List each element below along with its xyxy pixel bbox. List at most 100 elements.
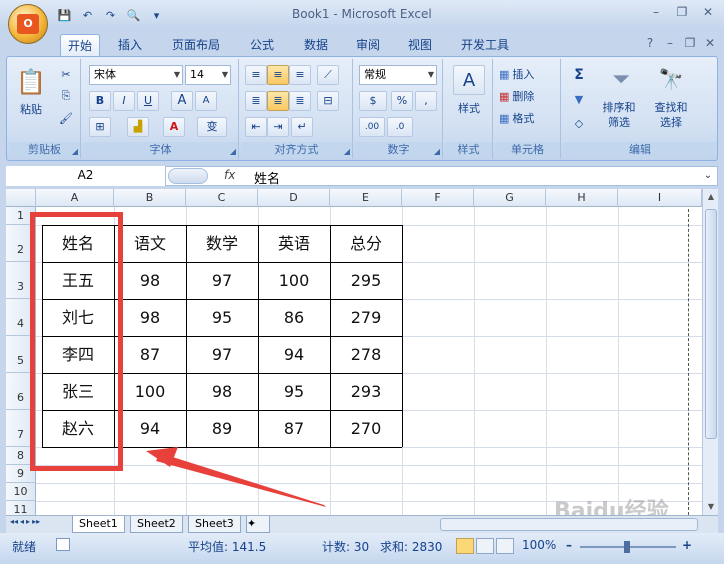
increase-indent-icon[interactable]: ⇥ bbox=[267, 117, 289, 137]
formula-bar-toggle[interactable] bbox=[168, 168, 208, 184]
italic-button[interactable]: I bbox=[113, 91, 135, 111]
macro-record-icon[interactable] bbox=[56, 538, 70, 551]
horizontal-scrollbar[interactable] bbox=[440, 518, 698, 531]
font-color-icon[interactable]: A bbox=[163, 117, 185, 137]
autosum-icon[interactable]: Σ bbox=[567, 65, 591, 85]
orientation-icon[interactable]: ⟋ bbox=[317, 65, 339, 85]
name-box[interactable]: A2 bbox=[6, 166, 166, 186]
zoom-slider-thumb[interactable] bbox=[624, 541, 630, 553]
decrease-decimal-button[interactable]: .0 bbox=[387, 117, 413, 137]
format-painter-icon[interactable]: 🖌 bbox=[57, 109, 75, 127]
find-select-button[interactable]: 查找和 选择 bbox=[645, 99, 697, 131]
align-top-icon[interactable]: ≡ bbox=[245, 65, 267, 85]
office-button[interactable]: O bbox=[8, 4, 48, 44]
align-right-icon[interactable]: ≣ bbox=[289, 91, 311, 111]
workbook-minimize-button[interactable]: – bbox=[662, 34, 678, 52]
customize-qat-icon[interactable]: ▾ bbox=[148, 8, 165, 24]
tab-insert[interactable]: 插入 bbox=[108, 34, 152, 56]
last-sheet-icon[interactable]: ▸▸ bbox=[32, 517, 40, 526]
clear-icon[interactable]: ◇ bbox=[567, 113, 591, 133]
zoom-level[interactable]: 100% bbox=[522, 538, 556, 552]
border-icon[interactable]: ⊞ bbox=[89, 117, 111, 137]
styles-icon[interactable]: A bbox=[453, 65, 485, 95]
vertical-scrollbar[interactable]: ▲ ▼ bbox=[702, 189, 718, 515]
paste-button[interactable]: 粘贴 bbox=[11, 101, 51, 117]
paste-icon[interactable]: 📋 bbox=[13, 65, 49, 99]
zoom-in-button[interactable]: + bbox=[682, 538, 692, 552]
percent-button[interactable]: % bbox=[391, 91, 413, 111]
comma-button[interactable]: , bbox=[415, 91, 437, 111]
align-left-icon[interactable]: ≣ bbox=[245, 91, 267, 111]
expand-formula-bar-icon[interactable]: ⌄ bbox=[700, 167, 716, 185]
status-count: 计数: 30 bbox=[322, 540, 370, 554]
tab-home[interactable]: 开始 bbox=[60, 34, 100, 56]
scroll-down-icon[interactable]: ▼ bbox=[704, 499, 718, 515]
dialog-launcher-icon[interactable]: ◢ bbox=[72, 147, 78, 156]
tab-formulas[interactable]: 公式 bbox=[240, 34, 284, 56]
window-controls: – ❐ ✕ bbox=[644, 3, 720, 21]
help-icon[interactable]: ? bbox=[642, 34, 658, 52]
align-middle-icon[interactable]: ≡ bbox=[267, 65, 289, 85]
underline-button[interactable]: U bbox=[137, 91, 159, 111]
find-select-icon[interactable]: 🔭 bbox=[651, 63, 691, 95]
format-cells-button[interactable]: ▦ 格式 bbox=[499, 109, 555, 127]
prev-sheet-icon[interactable]: ◂ bbox=[20, 517, 24, 526]
copy-icon[interactable]: ⎘ bbox=[57, 87, 75, 105]
worksheet-grid[interactable]: A B C D E F G H I 1 2 3 4 5 6 7 8 9 10 1… bbox=[6, 189, 702, 515]
shrink-font-button[interactable]: A bbox=[195, 91, 217, 111]
delete-cells-button[interactable]: ▦ 删除 bbox=[499, 87, 555, 105]
dialog-launcher-icon[interactable]: ◢ bbox=[344, 147, 350, 156]
insert-sheet-icon[interactable]: ✦ bbox=[246, 516, 270, 533]
next-sheet-icon[interactable]: ▸ bbox=[26, 517, 30, 526]
fill-icon[interactable]: ▼ bbox=[567, 89, 591, 109]
scroll-thumb[interactable] bbox=[705, 209, 717, 439]
merge-center-icon[interactable]: ⊟ bbox=[317, 91, 339, 111]
workbook-restore-button[interactable]: ❐ bbox=[682, 34, 698, 52]
page-break-view-icon[interactable] bbox=[496, 538, 514, 554]
align-center-icon[interactable]: ≣ bbox=[267, 91, 289, 111]
tab-data[interactable]: 数据 bbox=[294, 34, 338, 56]
fill-color-icon[interactable]: ▟ bbox=[127, 117, 149, 137]
workbook-close-button[interactable]: ✕ bbox=[702, 34, 718, 52]
sheet-tab-1[interactable]: Sheet1 bbox=[72, 516, 125, 533]
currency-icon[interactable]: $ bbox=[359, 91, 387, 111]
sheet-tab-3[interactable]: Sheet3 bbox=[188, 516, 241, 533]
align-bottom-icon[interactable]: ≡ bbox=[289, 65, 311, 85]
sheet-tab-2[interactable]: Sheet2 bbox=[130, 516, 183, 533]
formula-input[interactable]: 姓名 bbox=[254, 168, 280, 187]
number-format-select[interactable]: 常规 ▼ bbox=[359, 65, 437, 85]
tab-review[interactable]: 审阅 bbox=[346, 34, 390, 56]
undo-icon[interactable]: ↶ bbox=[79, 8, 96, 24]
page-layout-view-icon[interactable] bbox=[476, 538, 494, 554]
insert-function-icon[interactable]: fx bbox=[224, 168, 235, 182]
grow-font-button[interactable]: A bbox=[171, 91, 193, 111]
save-icon[interactable]: 💾 bbox=[56, 8, 73, 24]
print-preview-icon[interactable]: 🔍 bbox=[125, 8, 142, 24]
restore-button[interactable]: ❐ bbox=[670, 3, 694, 21]
dialog-launcher-icon[interactable]: ◢ bbox=[230, 147, 236, 156]
normal-view-icon[interactable] bbox=[456, 538, 474, 554]
tab-developer[interactable]: 开发工具 bbox=[452, 34, 518, 56]
tab-page-layout[interactable]: 页面布局 bbox=[164, 34, 228, 56]
cut-icon[interactable]: ✂ bbox=[57, 65, 75, 83]
scroll-up-icon[interactable]: ▲ bbox=[704, 189, 718, 205]
number-group-label: 数字 bbox=[355, 142, 442, 158]
minimize-button[interactable]: – bbox=[644, 3, 668, 21]
phonetic-button[interactable]: 变 bbox=[197, 117, 227, 137]
bold-button[interactable]: B bbox=[89, 91, 111, 111]
insert-cells-button[interactable]: ▦ 插入 bbox=[499, 65, 555, 83]
wrap-text-icon[interactable]: ↵ bbox=[291, 117, 313, 137]
close-button[interactable]: ✕ bbox=[696, 3, 720, 21]
sort-filter-icon[interactable]: ⏷ bbox=[601, 63, 641, 95]
decrease-indent-icon[interactable]: ⇤ bbox=[245, 117, 267, 137]
increase-decimal-button[interactable]: .00 bbox=[359, 117, 385, 137]
sort-filter-button[interactable]: 排序和 筛选 bbox=[595, 99, 643, 131]
font-name-select[interactable]: 宋体 ▼ bbox=[89, 65, 183, 85]
tab-view[interactable]: 视图 bbox=[398, 34, 442, 56]
font-size-select[interactable]: 14 ▼ bbox=[185, 65, 231, 85]
first-sheet-icon[interactable]: ◂◂ bbox=[10, 517, 18, 526]
redo-icon[interactable]: ↷ bbox=[102, 8, 119, 24]
zoom-out-button[interactable]: – bbox=[566, 538, 572, 552]
styles-button[interactable]: 样式 bbox=[447, 99, 491, 117]
dialog-launcher-icon[interactable]: ◢ bbox=[434, 147, 440, 156]
